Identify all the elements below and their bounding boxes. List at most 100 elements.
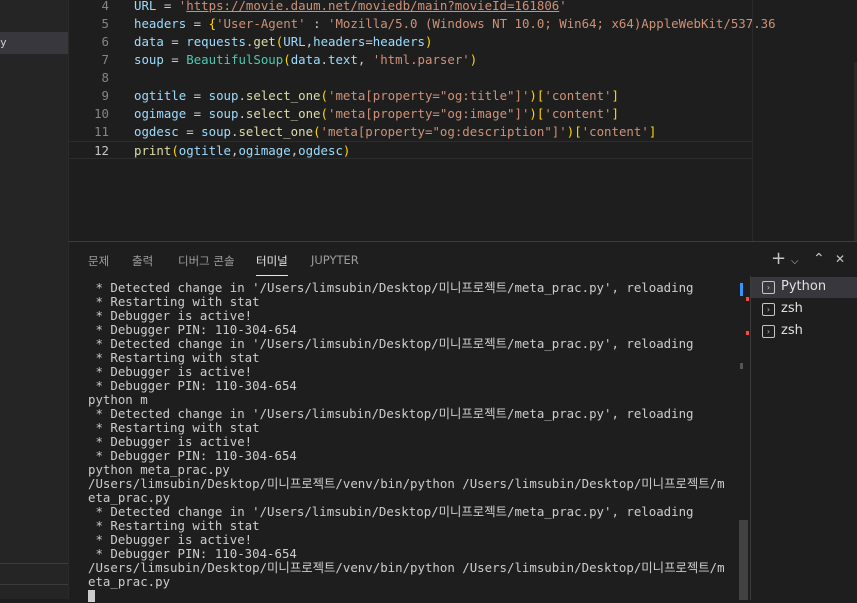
code-text[interactable]: ogdesc = soup.select_one('meta[property=… — [134, 123, 656, 141]
code-token: , — [357, 52, 373, 67]
new-terminal-button[interactable]: + — [771, 250, 786, 268]
tab-4[interactable]: JUPYTER — [311, 253, 359, 267]
code-text[interactable]: headers = {'User-Agent' : 'Mozilla/5.0 (… — [134, 15, 776, 33]
code-token: 'meta[property="og:image"]' — [328, 106, 530, 121]
bottom-panel: 문제 출력 디버그 콘솔 터미널 JUPYTER + ⌵ ⌃ ✕ * Detected … — [69, 241, 857, 603]
terminal-prompt[interactable] — [88, 589, 748, 603]
terminal-error-marker — [746, 331, 749, 335]
terminal-icon: › — [762, 303, 775, 316]
code-token: soup — [134, 52, 164, 67]
terminal-instance-list: › Python › zsh › zsh — [750, 276, 857, 600]
code-token: ) — [529, 88, 537, 103]
code-token: headers — [134, 16, 187, 31]
code-token: ] — [611, 88, 619, 103]
terminal-line: python m — [88, 392, 148, 407]
code-token: ' — [559, 0, 567, 13]
code-text[interactable]: URL = 'https://movie.daum.net/moviedb/ma… — [134, 0, 567, 15]
terminal-dropdown-icon[interactable]: ⌵ — [791, 253, 799, 271]
terminal-line: * Debugger PIN: 110-304-654 — [88, 322, 297, 337]
code-token: headers — [372, 34, 426, 49]
close-panel-icon[interactable]: ✕ — [835, 250, 845, 268]
code-token: ) — [425, 34, 433, 49]
code-line[interactable]: 12 print(ogtitle,ogimage,ogdesc) — [69, 141, 753, 159]
sidebar-selected-item[interactable]: y — [0, 32, 68, 54]
code-token: ( — [171, 143, 179, 158]
terminal-line: * Detected change in '/Users/limsubin/De… — [88, 406, 694, 421]
code-line[interactable]: 7 soup = BeautifulSoup(data.text, 'html.p… — [69, 51, 753, 69]
maximize-panel-icon[interactable]: ⌃ — [813, 250, 825, 268]
tab-2[interactable]: 디버그 콘솔 — [178, 253, 235, 269]
line-number: 6 — [101, 34, 109, 49]
code-token: headers — [313, 34, 366, 49]
code-text[interactable]: ogimage = soup.select_one('meta[property… — [134, 105, 619, 123]
code-token: ogtitle — [134, 88, 187, 103]
code-token: ] — [648, 124, 657, 139]
code-token: soup — [208, 88, 239, 103]
code-token: [ — [574, 124, 582, 139]
code-token: = — [365, 34, 373, 49]
terminal-output[interactable]: * Detected change in '/Users/limsubin/De… — [88, 281, 748, 603]
terminal-line: * Debugger is active! — [88, 364, 253, 379]
terminal-line: python meta_prac.py — [88, 462, 230, 477]
code-token: ogdesc — [298, 143, 343, 158]
code-token: ) — [342, 143, 351, 158]
code-token: = — [156, 0, 179, 13]
tab-1[interactable]: 출력 — [132, 253, 153, 269]
terminal-line: /Users/limsubin/Desktop/미니프로젝트/venv/bin/… — [88, 476, 725, 491]
terminal-instance-1[interactable]: › zsh — [751, 299, 857, 320]
code-token: URL — [134, 0, 157, 13]
terminal-instance-2[interactable]: › zsh — [751, 321, 857, 342]
code-line[interactable]: 6 data = requests.get(URL,headers=headers… — [69, 33, 753, 51]
code-token: 'User-Agent' — [216, 16, 306, 31]
code-editor[interactable]: 4 URL = 'https://movie.daum.net/moviedb/m… — [69, 0, 857, 241]
terminal-line: eta_prac.py — [88, 574, 171, 589]
code-line[interactable]: 4 URL = 'https://movie.daum.net/moviedb/m… — [69, 0, 753, 15]
line-number: 10 — [94, 106, 109, 121]
code-token: ] — [611, 106, 619, 121]
code-token: { — [208, 16, 217, 31]
terminal-line: * Debugger is active! — [88, 434, 253, 449]
tab-3[interactable]: 터미널 — [256, 253, 288, 276]
code-token: URL — [283, 34, 306, 49]
code-token: soup — [208, 106, 239, 121]
line-number: 9 — [101, 88, 109, 103]
code-token: soup — [201, 124, 231, 139]
terminal-icon: › — [762, 281, 775, 294]
terminal-line: * Restarting with stat — [88, 518, 260, 533]
code-line[interactable]: 5 headers = {'User-Agent' : 'Mozilla/5.0 … — [69, 15, 776, 33]
terminal-instance-name: zsh — [781, 323, 803, 338]
terminal-instance-0[interactable]: › Python — [751, 277, 857, 298]
line-number: 12 — [94, 143, 109, 158]
code-text[interactable]: data = requests.get(URL,headers=headers) — [134, 33, 432, 51]
code-line[interactable]: 11 ogdesc = soup.select_one('meta[propert… — [69, 123, 753, 141]
terminal-line: * Restarting with stat — [88, 420, 260, 435]
code-line[interactable]: 9 ogtitle = soup.select_one('meta[propert… — [69, 87, 753, 105]
code-token: = — [186, 106, 209, 121]
code-line[interactable]: 10 ogimage = soup.select_one('meta[proper… — [69, 105, 753, 123]
terminal-line: * Detected change in '/Users/limsubin/De… — [88, 504, 694, 519]
code-token: select_one — [238, 124, 314, 139]
terminal-line: * Debugger is active! — [88, 532, 253, 547]
code-text[interactable]: print(ogtitle,ogimage,ogdesc) — [134, 142, 350, 160]
terminal-scrollbar-thumb[interactable] — [739, 520, 748, 600]
code-token: requests — [186, 34, 246, 49]
code-token: = — [178, 124, 202, 139]
code-token: 'meta[property="og:title"]' — [328, 88, 530, 103]
code-token: ogimage — [134, 106, 187, 121]
code-line[interactable]: 8 — [69, 69, 753, 87]
code-token: = — [163, 52, 187, 67]
terminal-line: * Debugger PIN: 110-304-654 — [88, 448, 297, 463]
terminal-cursor — [88, 590, 95, 602]
line-number: 5 — [101, 16, 109, 31]
sidebar-section-header[interactable] — [0, 563, 68, 585]
code-token: . — [238, 88, 246, 103]
code-text[interactable]: ogtitle = soup.select_one('meta[property… — [134, 87, 619, 105]
code-token: = — [163, 34, 187, 49]
code-token: ( — [320, 88, 328, 103]
terminal-line: eta_prac.py — [88, 490, 171, 505]
code-text[interactable]: soup = BeautifulSoup(data.text, 'html.pa… — [134, 51, 477, 69]
code-token: , — [305, 34, 314, 49]
terminal-line: * Restarting with stat — [88, 294, 260, 309]
code-token: 'meta[property="og:description"]' — [320, 124, 567, 139]
tab-0[interactable]: 문제 — [88, 253, 109, 269]
